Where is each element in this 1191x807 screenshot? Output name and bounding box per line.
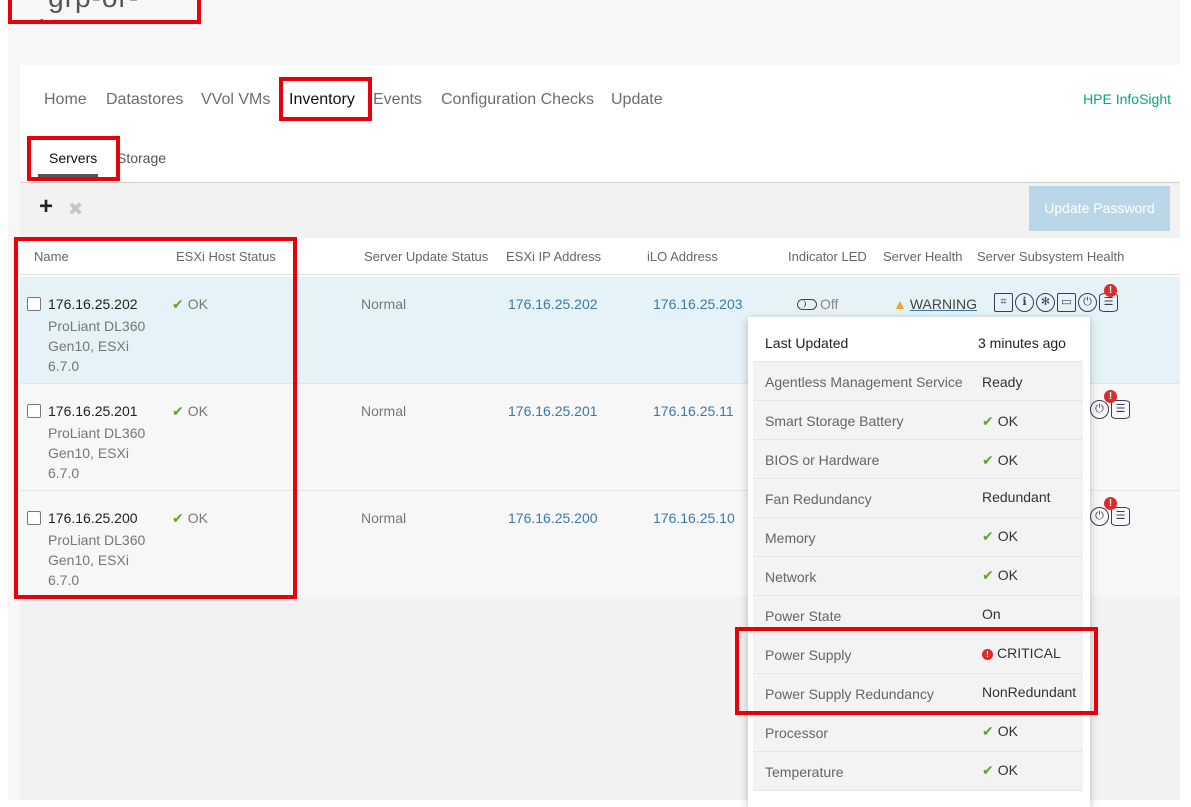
col-server-update-status[interactable]: Server Update Status (364, 249, 488, 264)
subsystem-health-popup: Last Updated 3 minutes ago Agentless Mana… (748, 317, 1090, 807)
check-icon: ✔ (982, 528, 994, 544)
esxi-ip-link[interactable]: 176.16.25.201 (508, 403, 598, 419)
col-indicator-led[interactable]: Indicator LED (788, 249, 867, 264)
update-status: Normal (361, 403, 407, 419)
col-name[interactable]: Name (34, 249, 69, 264)
storage-icon[interactable]: ☰ (1111, 400, 1130, 419)
col-server-subsystem-health[interactable]: Server Subsystem Health (977, 249, 1124, 264)
nav-update[interactable]: Update (611, 91, 663, 109)
popup-row-power-supply: Power Supply! CRITICAL (753, 635, 1083, 674)
col-esxi-host-status[interactable]: ESXi Host Status (176, 249, 276, 264)
critical-alert-icon: ! (1104, 390, 1117, 403)
server-model: ProLiant DL360 Gen10, ESXi 6.7.0 (48, 425, 146, 481)
subsystem-icons: ⏻ ☰ (1090, 507, 1132, 529)
critical-alert-icon: ! (1104, 284, 1117, 297)
subsystem-icons: ⌗ ℹ ✻ ▭ ⏻ ☰ (994, 293, 1120, 315)
tab-servers[interactable]: Servers (49, 150, 97, 166)
check-icon: ✔ (982, 567, 994, 583)
delete-icon[interactable]: ✖ (68, 199, 83, 219)
nav-home[interactable]: Home (44, 91, 87, 109)
power-icon[interactable]: ⏻ (1090, 507, 1109, 526)
esxi-status: ✔ OK (172, 510, 208, 526)
col-ilo-address[interactable]: iLO Address (647, 249, 718, 264)
processor-icon[interactable]: ⌗ (994, 293, 1013, 312)
popup-row-power-supply-redundancy: Power Supply Redundancy NonRedundant (753, 674, 1083, 713)
server-model: ProLiant DL360 Gen10, ESXi 6.7.0 (48, 318, 146, 374)
critical-alert-icon: ! (1104, 497, 1117, 510)
hpe-infosight-link[interactable]: HPE InfoSight (1083, 91, 1171, 107)
group-title-fragment: ~ grp-or-al2o (10, 0, 196, 20)
popup-row-last-updated: Last Updated 3 minutes ago (753, 323, 1083, 362)
server-model: ProLiant DL360 Gen10, ESXi 6.7.0 (48, 532, 146, 588)
ilo-address-link[interactable]: 176.16.25.10 (653, 510, 735, 526)
update-status: Normal (361, 510, 407, 526)
check-icon: ✔ (172, 510, 184, 526)
popup-row-ams: Agentless Management Service Ready (753, 362, 1083, 401)
memory-icon[interactable]: ▭ (1057, 293, 1076, 312)
check-icon: ✔ (982, 762, 994, 778)
popup-row-network: Network ✔ OK (753, 557, 1083, 596)
popup-row-bios: BIOS or Hardware ✔ OK (753, 440, 1083, 479)
critical-icon: ! (982, 649, 993, 660)
check-icon: ✔ (172, 296, 184, 312)
fan-icon[interactable]: ✻ (1036, 293, 1055, 312)
check-icon: ✔ (982, 452, 994, 468)
col-esxi-ip-address[interactable]: ESXi IP Address (506, 249, 601, 264)
power-icon[interactable]: ⏻ (1090, 400, 1109, 419)
esxi-ip-link[interactable]: 176.16.25.200 (508, 510, 598, 526)
popup-row-fan-redundancy: Fan Redundancy Redundant (753, 479, 1083, 518)
col-server-health[interactable]: Server Health (883, 249, 962, 264)
subsystem-icons: ⏻ ☰ (1090, 400, 1132, 422)
check-icon: ✔ (982, 413, 994, 429)
esxi-status: ✔ OK (172, 296, 208, 312)
popup-row-power-state: Power State On (753, 596, 1083, 635)
row-checkbox[interactable] (27, 297, 41, 311)
server-health-status[interactable]: ▲ WARNING (893, 296, 977, 312)
toolbar (20, 183, 1180, 238)
active-tab-indicator (38, 174, 98, 177)
esxi-ip-link[interactable]: 176.16.25.202 (508, 296, 598, 312)
update-status: Normal (361, 296, 407, 312)
server-name[interactable]: 176.16.25.200 (48, 510, 138, 526)
nav-vvol-vms[interactable]: VVol VMs (201, 91, 270, 109)
add-icon[interactable]: + (39, 195, 53, 219)
ilo-address-link[interactable]: 176.16.25.203 (653, 296, 743, 312)
server-name[interactable]: 176.16.25.201 (48, 403, 138, 419)
popup-row-processor: Processor ✔ OK (753, 713, 1083, 752)
check-icon: ✔ (982, 723, 994, 739)
update-password-button[interactable]: Update Password (1029, 186, 1170, 231)
toggle-icon (797, 299, 817, 310)
indicator-led[interactable]: Off (797, 296, 838, 312)
nav-datastores[interactable]: Datastores (106, 91, 183, 109)
power-icon[interactable]: ⏻ (1078, 293, 1097, 312)
popup-row-temperature: Temperature ✔ OK (753, 752, 1083, 791)
check-icon: ✔ (172, 403, 184, 419)
nav-inventory[interactable]: Inventory (289, 91, 355, 109)
row-checkbox[interactable] (27, 404, 41, 418)
tab-storage[interactable]: Storage (117, 150, 166, 166)
temperature-icon[interactable]: ℹ (1015, 293, 1034, 312)
row-checkbox[interactable] (27, 511, 41, 525)
warning-icon: ▲ (893, 296, 907, 312)
ilo-address-link[interactable]: 176.16.25.11 (653, 403, 734, 419)
server-name[interactable]: 176.16.25.202 (48, 296, 138, 312)
popup-row-smart-storage-battery: Smart Storage Battery ✔ OK (753, 401, 1083, 440)
esxi-status: ✔ OK (172, 403, 208, 419)
nav-events[interactable]: Events (373, 91, 422, 109)
popup-row-memory: Memory ✔ OK (753, 518, 1083, 557)
nav-configuration-checks[interactable]: Configuration Checks (441, 91, 594, 109)
storage-icon[interactable]: ☰ (1111, 507, 1130, 526)
